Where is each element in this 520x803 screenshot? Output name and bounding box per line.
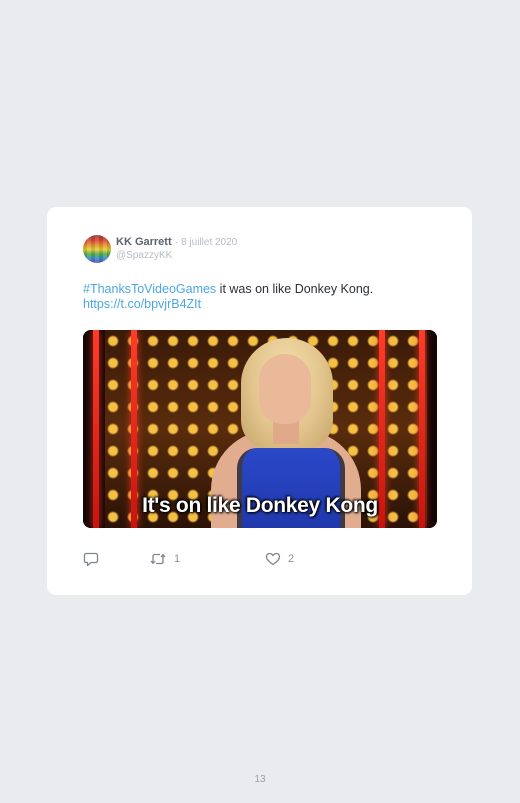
- page-number: 13: [254, 774, 266, 785]
- reply-button[interactable]: [83, 550, 99, 568]
- tweet-media-gif[interactable]: It's on like Donkey Kong: [83, 330, 437, 528]
- retweet-icon: [150, 553, 166, 565]
- author-name[interactable]: KK Garrett: [116, 236, 172, 248]
- person-face: [259, 354, 311, 424]
- tweet-text-body: it was on like Donkey Kong.: [216, 282, 374, 296]
- tweet-date[interactable]: 8 juillet 2020: [181, 237, 237, 248]
- reply-icon: [83, 552, 99, 567]
- like-count: 2: [288, 553, 295, 565]
- tweet-actions: 1 2: [83, 550, 383, 568]
- date-separator: ·: [174, 237, 179, 248]
- author-line: KK Garrett · 8 juillet 2020: [116, 236, 237, 248]
- gif-caption: It's on like Donkey Kong: [142, 494, 378, 517]
- author-handle[interactable]: @SpazzyKK: [116, 250, 172, 261]
- tweet-card: KK Garrett · 8 juillet 2020 @SpazzyKK #T…: [47, 207, 472, 595]
- heart-icon: [265, 552, 281, 566]
- tweet-text: #ThanksToVideoGames it was on like Donke…: [83, 282, 443, 312]
- hashtag-link[interactable]: #ThanksToVideoGames: [83, 282, 216, 296]
- retweet-count: 1: [174, 553, 181, 565]
- avatar[interactable]: [83, 235, 111, 263]
- tweet-url-link[interactable]: https://t.co/bpvjrB4ZIt: [83, 297, 201, 311]
- retweet-button[interactable]: 1: [149, 550, 180, 568]
- like-button[interactable]: 2: [265, 550, 294, 568]
